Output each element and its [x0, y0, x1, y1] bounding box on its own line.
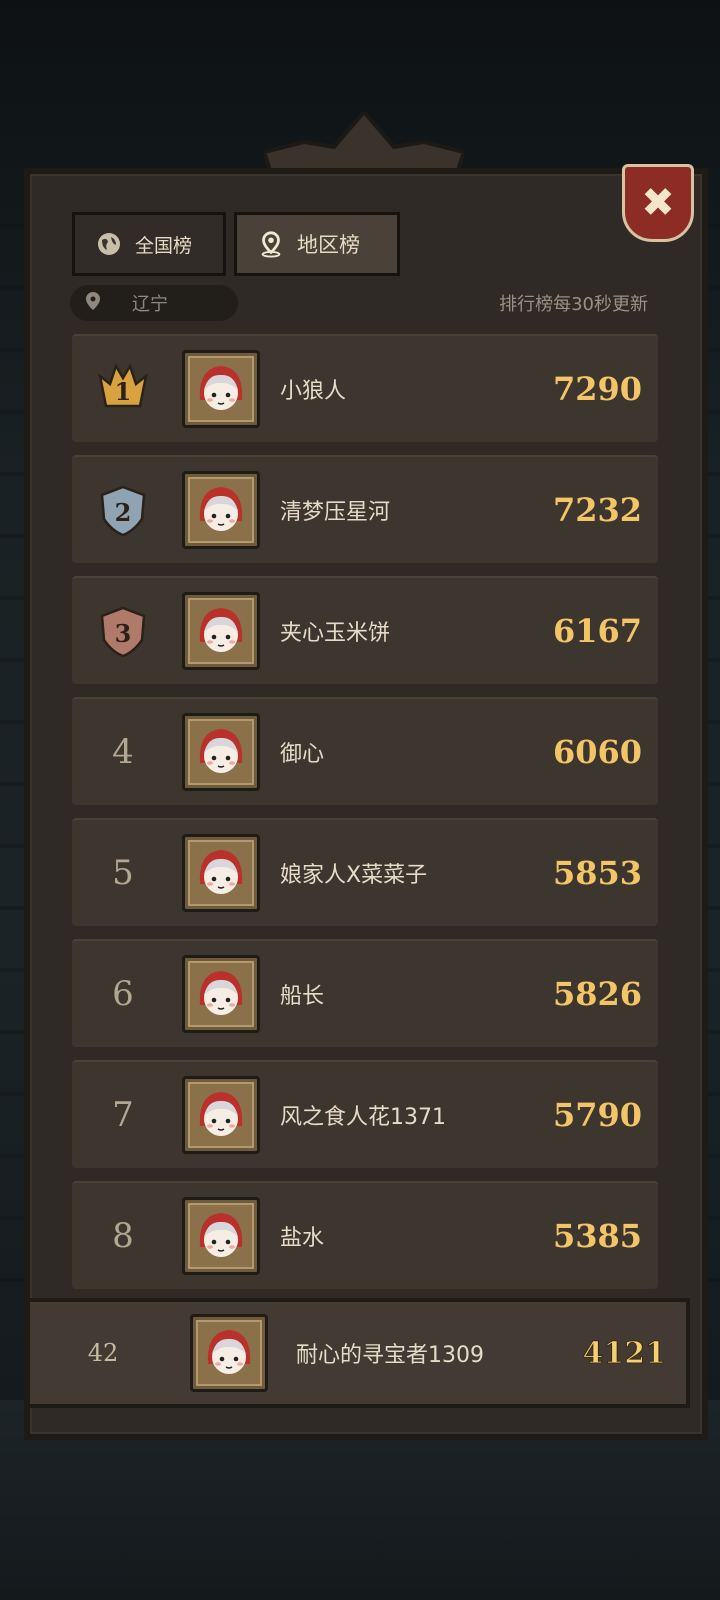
avatar: [182, 834, 260, 912]
player-score: 5853: [552, 854, 642, 892]
leaderboard-row[interactable]: 4 御心 6060: [72, 697, 658, 805]
avatar: [182, 592, 260, 670]
rank-number: 8: [112, 1216, 134, 1256]
svg-text:2: 2: [115, 498, 132, 527]
player-score: 5385: [552, 1217, 642, 1255]
player-name: 小狼人: [280, 379, 347, 404]
region-selector[interactable]: 辽宁: [70, 285, 238, 321]
my-rank-row[interactable]: 42 耐心的寻宝者1309 4121: [26, 1298, 690, 1408]
avatar: [190, 1314, 268, 1392]
leaderboard-row[interactable]: 2 清梦压星河 7232: [72, 455, 658, 563]
player-name: 盐水: [280, 1226, 325, 1251]
avatar: [182, 1076, 260, 1154]
leaderboard-row[interactable]: 5 娘家人X菜菜子 5853: [72, 818, 658, 926]
player-score: 7232: [552, 491, 642, 529]
player-name: 船长: [280, 984, 325, 1009]
location-pin-icon: [84, 291, 102, 316]
bronze-medal-icon: 3: [100, 606, 146, 658]
player-score: 6167: [552, 612, 642, 650]
player-name: 御心: [280, 742, 325, 767]
globe-icon: [95, 230, 123, 258]
tab-region-ranking[interactable]: 地区榜: [234, 212, 400, 276]
player-score: 5790: [552, 1096, 642, 1134]
avatar: [182, 350, 260, 428]
player-score: 7290: [552, 370, 642, 408]
gold-medal-icon: 1: [98, 362, 148, 408]
rank-number: 4: [112, 732, 134, 772]
tab-label: 全国榜: [135, 234, 193, 257]
avatar: [182, 955, 260, 1033]
tab-label: 地区榜: [297, 233, 360, 257]
rank-number: 7: [112, 1095, 134, 1135]
avatar: [182, 1197, 260, 1275]
region-value: 辽宁: [132, 294, 168, 315]
close-icon: ✖: [641, 180, 675, 226]
rank-number: 3: [90, 578, 156, 684]
leaderboard-row[interactable]: 7 风之食人花1371 5790: [72, 1060, 658, 1168]
rank-number: 2: [90, 457, 156, 563]
rank-number: 42: [87, 1339, 119, 1367]
player-score: 4121: [582, 1335, 666, 1371]
rank-number: 1: [90, 336, 156, 442]
location-pin-icon: [257, 230, 285, 258]
leaderboard-row[interactable]: 1 小狼人 7290: [72, 334, 658, 442]
player-name: 风之食人花1371: [280, 1105, 446, 1130]
rank-number: 6: [112, 974, 134, 1014]
silver-medal-icon: 2: [100, 485, 146, 537]
player-score: 5826: [552, 975, 642, 1013]
leaderboard-row[interactable]: 8 盐水 5385: [72, 1181, 658, 1289]
player-name: 娘家人X菜菜子: [280, 863, 428, 888]
player-name: 耐心的寻宝者1309: [296, 1343, 484, 1368]
close-button[interactable]: ✖: [622, 164, 694, 242]
tab-national-ranking[interactable]: 全国榜: [72, 212, 226, 276]
avatar: [182, 471, 260, 549]
avatar: [182, 713, 260, 791]
svg-text:3: 3: [115, 619, 132, 648]
leaderboard-row[interactable]: 3 夹心玉米饼 6167: [72, 576, 658, 684]
svg-text:1: 1: [115, 377, 132, 406]
player-score: 6060: [552, 733, 642, 771]
player-name: 清梦压星河: [280, 500, 391, 525]
leaderboard-row[interactable]: 6 船长 5826: [72, 939, 658, 1047]
rank-number: 5: [112, 853, 134, 893]
leaderboard-list: 1 小狼人 7290 2 清梦压星河 7232 3 夹心玉米饼 6167 4 御…: [72, 334, 658, 1302]
update-notice: 排行榜每30秒更新: [499, 294, 648, 315]
player-name: 夹心玉米饼: [280, 621, 391, 646]
